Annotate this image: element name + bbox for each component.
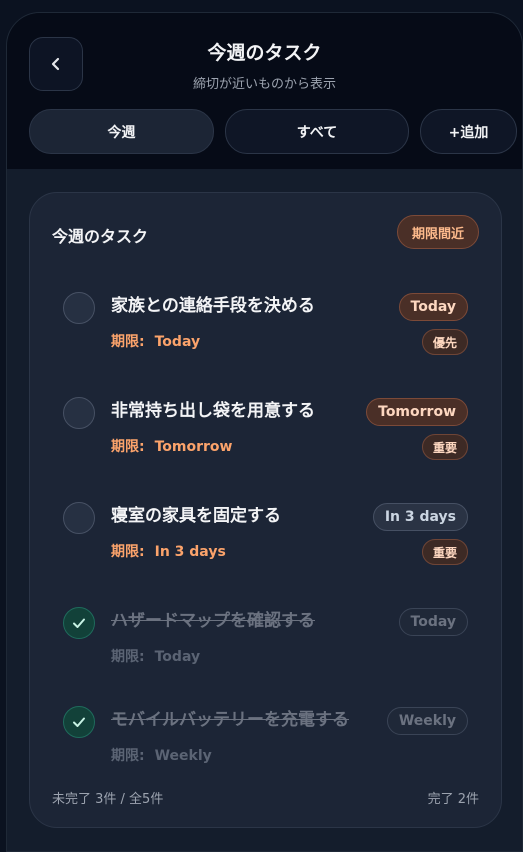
deadline-soon-badge: 期限間近 <box>396 215 479 249</box>
date-pill: In 3 days <box>372 503 468 531</box>
checkmark-icon <box>73 618 85 628</box>
task-item[interactable]: 寝室の家具を固定する 期限: In 3 days In 3 days 重要 <box>30 491 501 581</box>
due-label: 期限: <box>111 439 145 455</box>
task-item-completed[interactable]: ハザードマップを確認する 期限: Today Today <box>30 596 501 686</box>
due-value: Today <box>154 649 201 665</box>
task-name: 寝室の家具を固定する <box>111 506 281 526</box>
task-checkbox-checked[interactable] <box>63 706 95 738</box>
add-task-button[interactable]: +追加 <box>420 109 517 154</box>
task-due: 期限: Weekly <box>111 745 212 765</box>
due-label: 期限: <box>111 649 145 665</box>
app-window: 今週のタスク 締切が近いものから表示 今週 すべて +追加 今週のタスク 期限間… <box>6 12 523 852</box>
header: 今週のタスク 締切が近いものから表示 今週 すべて +追加 <box>7 13 522 169</box>
due-value: In 3 days <box>154 544 226 560</box>
due-value: Today <box>154 334 201 350</box>
task-due: 期限: In 3 days <box>111 541 226 561</box>
task-checkbox[interactable] <box>63 397 95 429</box>
task-item-completed[interactable]: モバイルバッテリーを充電する 期限: Weekly Weekly <box>30 695 501 785</box>
task-item[interactable]: 非常持ち出し袋を用意する 期限: Tomorrow Tomorrow 重要 <box>30 386 501 476</box>
date-pill: Today <box>398 608 468 636</box>
task-checkbox[interactable] <box>63 292 95 324</box>
date-pill: Weekly <box>386 707 468 735</box>
task-name: 非常持ち出し袋を用意する <box>111 401 315 421</box>
page-title: 今週のタスク <box>207 42 322 64</box>
task-card: 今週のタスク 期限間近 家族との連絡手段を決める 期限: Today Today … <box>29 192 502 828</box>
due-value: Tomorrow <box>154 439 233 455</box>
due-value: Weekly <box>154 748 212 764</box>
completed-count: 完了 2件 <box>427 792 479 807</box>
tab-this-week[interactable]: 今週 <box>29 109 214 154</box>
priority-tag: 優先 <box>421 329 468 355</box>
date-pill: Today <box>398 293 468 321</box>
priority-tag: 重要 <box>421 434 468 460</box>
task-name: ハザードマップを確認する <box>111 611 315 631</box>
task-name: 家族との連絡手段を決める <box>111 296 315 316</box>
due-label: 期限: <box>111 544 145 560</box>
card-title: 今週のタスク <box>52 227 149 246</box>
date-pill: Tomorrow <box>366 398 468 426</box>
page-subtitle: 締切が近いものから表示 <box>192 77 336 92</box>
incomplete-count: 未完了 3件 / 全5件 <box>52 792 164 807</box>
due-label: 期限: <box>111 748 145 764</box>
task-item[interactable]: 家族との連絡手段を決める 期限: Today Today 優先 <box>30 281 501 371</box>
tab-all[interactable]: すべて <box>225 109 409 154</box>
task-name: モバイルバッテリーを充電する <box>111 710 349 730</box>
task-due: 期限: Tomorrow <box>111 436 232 456</box>
task-due: 期限: Today <box>111 646 200 666</box>
priority-tag: 重要 <box>421 539 468 565</box>
task-due: 期限: Today <box>111 331 200 351</box>
due-label: 期限: <box>111 334 145 350</box>
checkmark-icon <box>73 717 85 727</box>
task-checkbox-checked[interactable] <box>63 607 95 639</box>
task-checkbox[interactable] <box>63 502 95 534</box>
